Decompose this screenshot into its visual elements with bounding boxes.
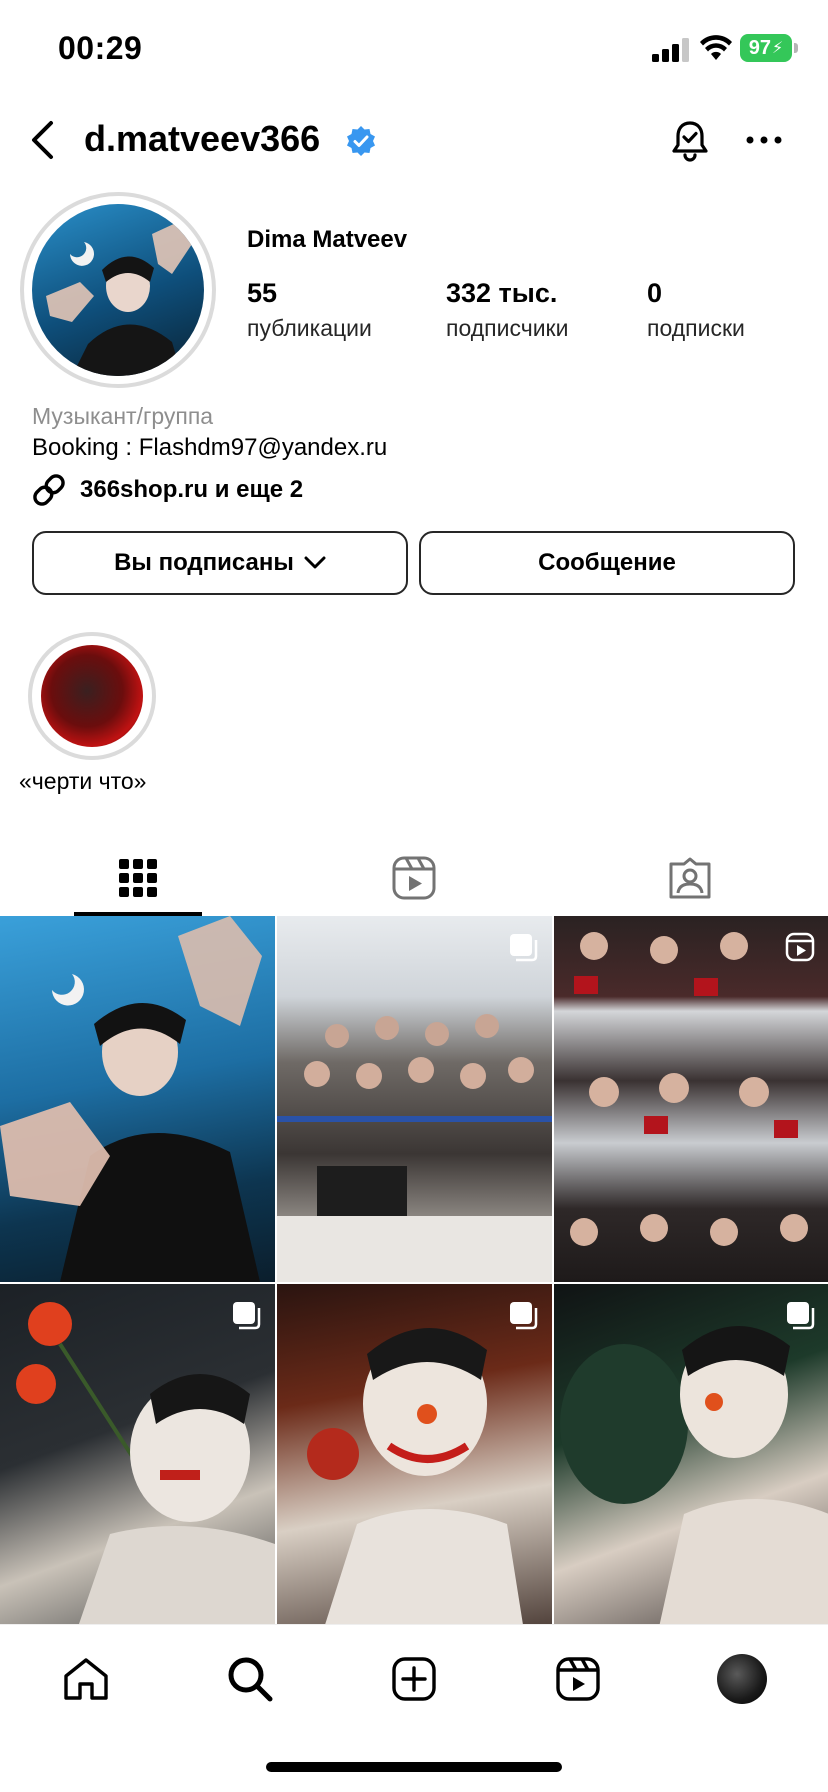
grid-icon <box>119 859 157 897</box>
verified-badge-icon <box>347 126 375 156</box>
profile-tabs <box>0 840 828 916</box>
status-bar: 00:29 97 ⚡ <box>0 0 828 100</box>
nav-reels[interactable] <box>550 1651 606 1707</box>
post-image <box>307 1327 527 1650</box>
following-stat[interactable]: 0 подписки <box>647 278 745 342</box>
following-button-label: Вы подписаны <box>114 549 294 576</box>
username: d.matveev366 <box>84 118 321 159</box>
chevron-down-icon <box>304 556 326 569</box>
profile-photo-art <box>46 222 192 376</box>
followers-count: 332 тыс. <box>446 278 558 308</box>
home-indicator <box>266 1762 562 1772</box>
carousel-icon <box>233 1302 261 1330</box>
notifications-button[interactable] <box>666 116 714 164</box>
status-time: 00:29 <box>58 30 143 66</box>
highlight-label: «черти что» <box>19 768 147 794</box>
profile-links[interactable]: 366shop.ru и еще 2 <box>30 472 303 508</box>
nav-home[interactable] <box>58 1651 114 1707</box>
post-thumbnail[interactable] <box>277 916 552 1282</box>
tagged-icon <box>669 857 711 899</box>
posts-label: публикации <box>247 315 372 341</box>
carousel-icon <box>510 934 538 962</box>
profile-category: Музыкант/группа <box>32 403 214 429</box>
tab-tagged[interactable] <box>552 840 828 916</box>
post-image <box>0 916 262 1282</box>
posts-count: 55 <box>247 278 278 308</box>
post-thumbnail[interactable] <box>277 1284 552 1650</box>
battery-icon: 97 ⚡ <box>740 34 792 62</box>
carousel-icon <box>787 1302 815 1330</box>
search-icon <box>228 1657 273 1702</box>
following-count: 0 <box>647 278 663 308</box>
message-button[interactable]: Сообщение <box>419 531 795 595</box>
followers-label: подписчики <box>446 315 569 341</box>
profile-bio: Booking : Flashdm97@yandex.ru <box>32 434 388 461</box>
battery-tip <box>794 43 798 53</box>
followers-stat[interactable]: 332 тыс. подписчики <box>446 278 568 342</box>
post-image <box>570 932 808 1246</box>
chevron-left-icon <box>32 121 53 159</box>
back-button[interactable] <box>22 116 62 164</box>
following-label: подписки <box>647 315 745 341</box>
charging-bolt-icon: ⚡ <box>772 40 784 57</box>
reels-icon <box>392 856 436 900</box>
ellipsis-icon <box>746 136 782 144</box>
post-thumbnail[interactable] <box>554 916 828 1282</box>
post-thumbnail[interactable] <box>0 916 275 1282</box>
posts-stat[interactable]: 55 публикации <box>247 278 372 342</box>
profile-avatar[interactable] <box>20 192 216 388</box>
battery-level: 97 <box>748 36 771 59</box>
post-image <box>16 1302 275 1650</box>
reels-icon <box>556 1657 600 1701</box>
profile-photo <box>32 204 204 376</box>
message-button-label: Сообщение <box>538 549 676 576</box>
link-icon <box>33 474 65 506</box>
post-thumbnail[interactable] <box>0 1284 275 1650</box>
display-name: Dima Matveev <box>247 226 408 253</box>
signal-icon <box>652 38 689 62</box>
profile-avatar-icon <box>717 1654 767 1704</box>
reel-icon <box>785 932 815 962</box>
more-options-button[interactable] <box>740 122 788 158</box>
home-icon <box>64 1658 108 1700</box>
post-thumbnail[interactable] <box>554 1284 828 1650</box>
tab-reels[interactable] <box>276 840 552 916</box>
post-image <box>560 1325 828 1650</box>
nav-profile[interactable] <box>714 1651 770 1707</box>
nav-create[interactable] <box>386 1651 442 1707</box>
carousel-icon <box>510 1302 538 1330</box>
wifi-icon <box>700 35 732 60</box>
following-button[interactable]: Вы подписаны <box>32 531 408 595</box>
post-image <box>277 1014 552 1282</box>
profile-header: d.matveev366 <box>0 108 828 172</box>
create-icon <box>392 1657 436 1701</box>
posts-grid <box>0 916 828 1650</box>
nav-search[interactable] <box>222 1651 278 1707</box>
bell-check-icon <box>672 121 708 162</box>
highlight-cover <box>41 645 143 747</box>
profile-link-text[interactable]: 366shop.ru и еще 2 <box>80 476 303 504</box>
story-highlight[interactable] <box>28 632 156 760</box>
tab-posts-grid[interactable] <box>0 840 276 916</box>
